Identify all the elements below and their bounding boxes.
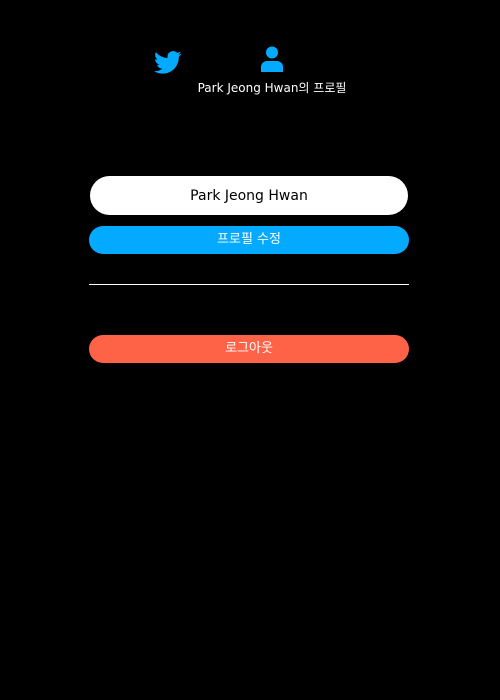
update-profile-button[interactable]: 프로필 수정 bbox=[89, 226, 409, 254]
display-name-input[interactable] bbox=[90, 176, 408, 215]
profile-link[interactable]: Park Jeong Hwan의 프로필 bbox=[192, 46, 352, 95]
logout-button[interactable]: 로그아웃 bbox=[89, 335, 409, 363]
user-icon bbox=[261, 46, 283, 72]
twitter-bird-icon bbox=[154, 51, 182, 74]
home-link[interactable] bbox=[152, 48, 184, 76]
profile-page: Park Jeong Hwan의 프로필 프로필 수정 로그아웃 bbox=[0, 0, 500, 700]
divider bbox=[89, 284, 409, 285]
profile-link-label: Park Jeong Hwan의 프로필 bbox=[197, 81, 347, 95]
